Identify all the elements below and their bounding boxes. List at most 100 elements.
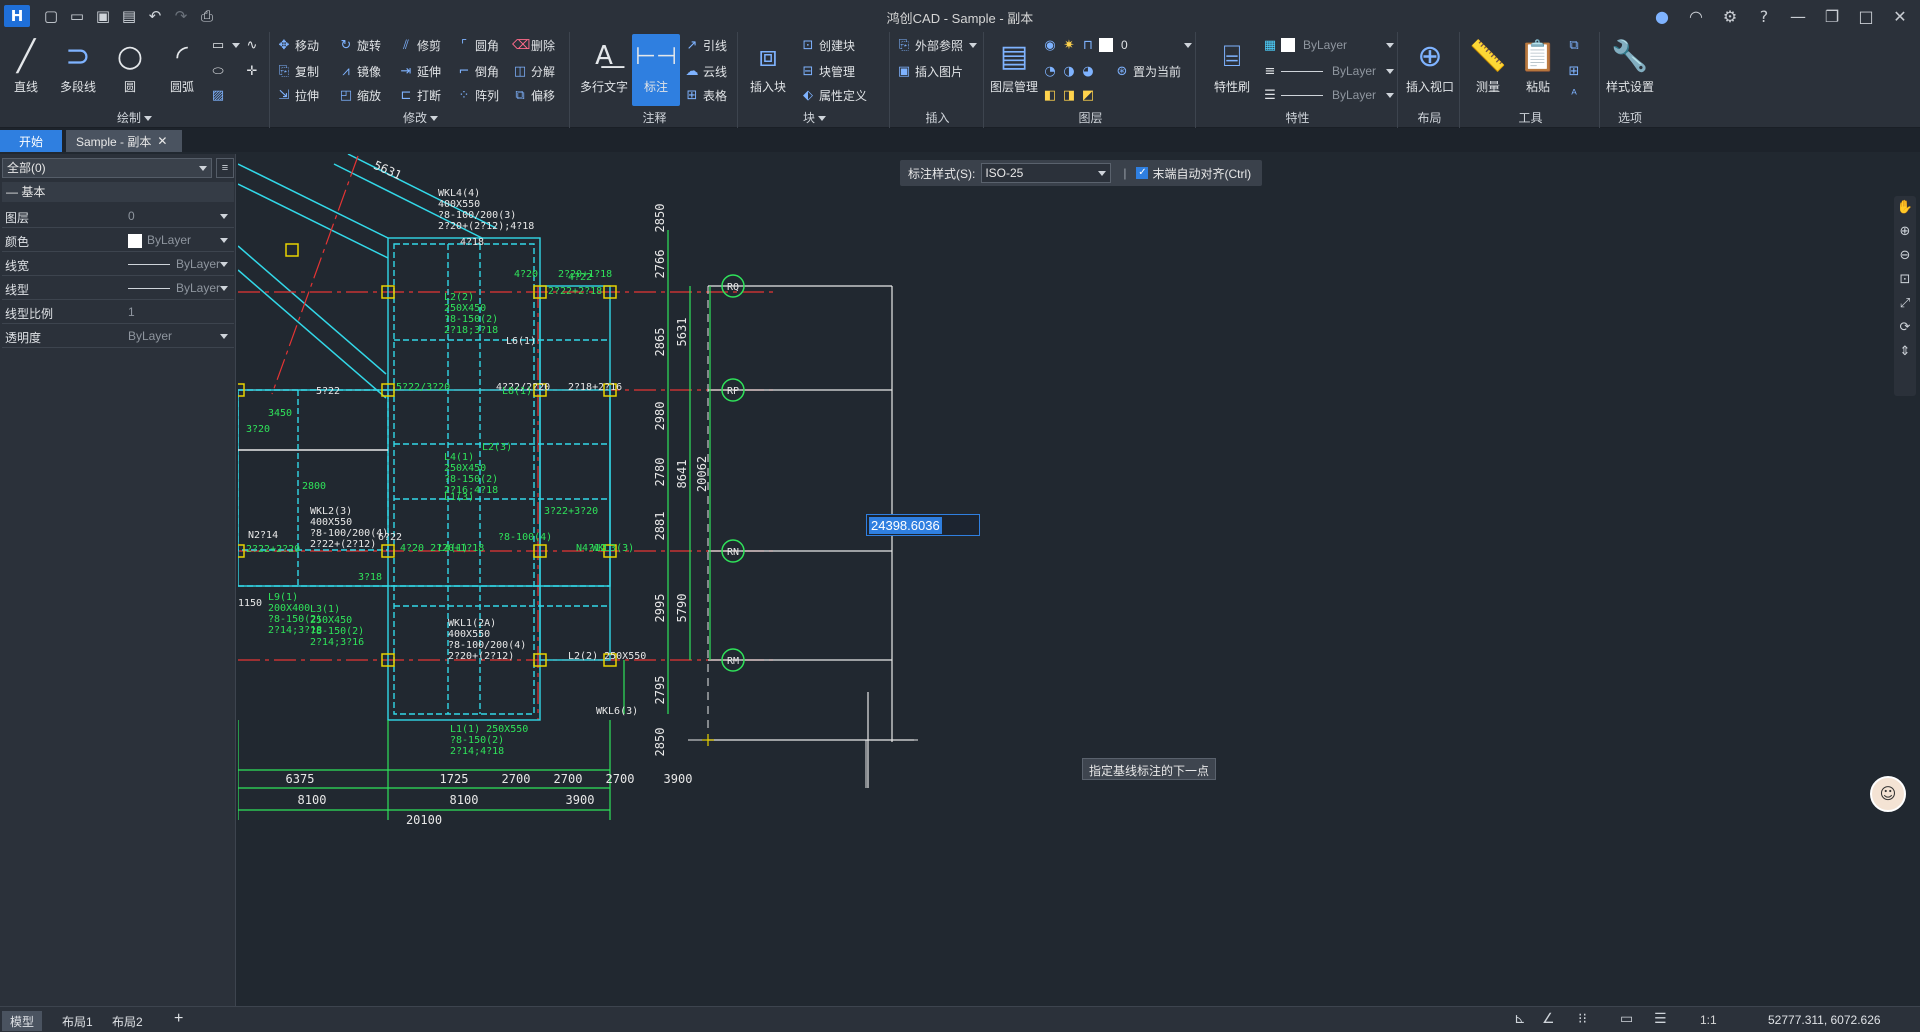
fillet-button[interactable]: ⌜ 圆角 bbox=[456, 34, 499, 56]
draw-group-label[interactable]: 绘制 bbox=[0, 109, 269, 126]
property-row-linetype[interactable]: 线型 ByLayer bbox=[2, 276, 234, 300]
property-row-transparency[interactable]: 透明度 ByLayer bbox=[2, 324, 234, 348]
offset-button[interactable]: ⧉ 偏移 bbox=[512, 84, 555, 106]
table-button[interactable]: ⊞ 表格 bbox=[684, 84, 727, 106]
point-button[interactable]: ✛ bbox=[244, 60, 260, 82]
zoom-window-icon[interactable]: ⊡ bbox=[1896, 272, 1914, 290]
insert-viewport-button[interactable]: ⊕ 插入视口 bbox=[1404, 34, 1456, 106]
print-icon[interactable]: ⎙ bbox=[196, 5, 218, 27]
scale-button[interactable]: ◰ 缩放 bbox=[338, 84, 381, 106]
tab-sample[interactable]: Sample - 副本 ✕ bbox=[66, 130, 182, 152]
circle-button[interactable]: ○ 圆 bbox=[106, 34, 154, 106]
stretch-button[interactable]: ⇲ 拉伸 bbox=[276, 84, 319, 106]
set-current-button[interactable]: ⊛ 置为当前 bbox=[1114, 60, 1181, 82]
osnap-icon[interactable]: ⁝⁝ bbox=[1578, 1011, 1587, 1027]
rectangle-button[interactable]: ▭ bbox=[210, 34, 240, 56]
spline-button[interactable]: ∿ bbox=[244, 34, 260, 56]
trim-button[interactable]: ⫽ 修剪 bbox=[398, 34, 441, 56]
tab-layout1[interactable]: 布局1 bbox=[54, 1011, 101, 1031]
pan-icon[interactable]: ✋ bbox=[1896, 200, 1914, 218]
section-basic-header[interactable]: — 基本 bbox=[2, 182, 234, 202]
structural-plan-drawing[interactable]: 2850 2766 2865 2980 2780 2881 2995 2795 2850 5631… bbox=[238, 154, 1920, 1006]
hatch-button[interactable]: ▨ bbox=[210, 84, 226, 106]
mtext-button[interactable]: A͟ 多行文字 bbox=[578, 34, 630, 106]
measure-button[interactable]: 📏 测量 bbox=[1464, 34, 1512, 106]
property-row-layer[interactable]: 图层 0 bbox=[2, 204, 234, 228]
tools-extra-3[interactable]: ᴬ bbox=[1566, 84, 1582, 106]
zoom-out-icon[interactable]: ⊖ bbox=[1896, 248, 1914, 266]
chamfer-button[interactable]: ⌐ 倒角 bbox=[456, 60, 499, 82]
tab-layout2[interactable]: 布局2 bbox=[104, 1011, 151, 1031]
polar-icon[interactable]: ∠ bbox=[1542, 1011, 1555, 1027]
selection-filter-dropdown[interactable]: 全部(0) bbox=[2, 158, 212, 178]
redo-icon[interactable]: ↷ bbox=[170, 5, 192, 27]
linetype-scale-value[interactable]: 1 bbox=[124, 302, 232, 322]
property-row-color[interactable]: 颜色 ByLayer bbox=[2, 228, 234, 252]
dim-style-select[interactable]: ISO-25 bbox=[981, 163, 1112, 183]
tab-model[interactable]: 模型 bbox=[2, 1011, 43, 1031]
attdef-button[interactable]: ⬖ 属性定义 bbox=[800, 84, 867, 106]
tab-start[interactable]: 开始 bbox=[0, 130, 62, 152]
layer-dropdown[interactable]: ◉ ✷ ⊓ 0 bbox=[1042, 34, 1192, 56]
insert-image-button[interactable]: ▣ 插入图片 bbox=[896, 60, 963, 82]
close-tab-icon[interactable]: ✕ bbox=[157, 134, 167, 148]
copy-button[interactable]: ⎘ 复制 bbox=[276, 60, 319, 82]
transparency-value[interactable]: ByLayer bbox=[124, 326, 232, 346]
extend-button[interactable]: ⇥ 延伸 bbox=[398, 60, 441, 82]
layer-tools-row2[interactable]: ◔ ◑ ◕ bbox=[1042, 60, 1096, 82]
block-manager-button[interactable]: ⊟ 块管理 bbox=[800, 60, 855, 82]
save-icon[interactable]: ▣ bbox=[92, 5, 114, 27]
break-button[interactable]: ⊏ 打断 bbox=[398, 84, 441, 106]
drawing-canvas[interactable]: 2850 2766 2865 2980 2780 2881 2995 2795 2850 5631… bbox=[238, 154, 1920, 1006]
headset-icon[interactable]: ◠ bbox=[1682, 4, 1710, 28]
ortho-icon[interactable]: ⊾ bbox=[1514, 1011, 1526, 1027]
tools-extra-1[interactable]: ⧉ bbox=[1566, 34, 1582, 56]
quick-select-icon[interactable]: ≡ bbox=[216, 158, 234, 178]
zoom-in-icon[interactable]: ⊕ bbox=[1896, 224, 1914, 242]
linetype-dropdown[interactable]: ≡ ByLayer bbox=[1262, 60, 1394, 82]
close-icon[interactable]: ✕ bbox=[1886, 4, 1914, 28]
more-nav-icon[interactable]: ⇕ bbox=[1896, 344, 1914, 362]
auto-align-checkbox[interactable]: ✓ bbox=[1136, 167, 1149, 179]
settings-icon[interactable]: ⚙ bbox=[1716, 4, 1744, 28]
color-dropdown[interactable]: ▦ ByLayer bbox=[1262, 34, 1394, 56]
arc-button[interactable]: ◜ 圆弧 bbox=[158, 34, 206, 106]
add-layout-button[interactable]: + bbox=[166, 1008, 191, 1028]
insert-block-button[interactable]: ⧈ 插入块 bbox=[744, 34, 792, 106]
maximize-icon[interactable]: □ bbox=[1852, 4, 1880, 28]
rotate-button[interactable]: ↻ 旋转 bbox=[338, 34, 381, 56]
ellipse-button[interactable]: ⬭ bbox=[210, 60, 226, 82]
restore-icon[interactable]: ❐ bbox=[1818, 4, 1846, 28]
property-row-linetype-scale[interactable]: 线型比例 1 bbox=[2, 300, 234, 324]
undo-icon[interactable]: ↶ bbox=[144, 5, 166, 27]
array-button[interactable]: ⁘ 阵列 bbox=[456, 84, 499, 106]
property-row-lineweight[interactable]: 线宽 ByLayer bbox=[2, 252, 234, 276]
revcloud-button[interactable]: ☁ 云线 bbox=[684, 60, 728, 82]
open-file-icon[interactable]: ▭ bbox=[66, 5, 88, 27]
lineweight-value[interactable]: ByLayer bbox=[124, 254, 232, 274]
help-icon[interactable]: ? bbox=[1750, 4, 1778, 28]
move-button[interactable]: ✥ 移动 bbox=[276, 34, 319, 56]
user-icon[interactable]: ● bbox=[1648, 4, 1676, 28]
selection-cycle-icon[interactable]: ▭ bbox=[1620, 1011, 1633, 1027]
tools-extra-2[interactable]: ⊞ bbox=[1566, 60, 1582, 82]
assistant-avatar[interactable]: ☺ bbox=[1870, 776, 1906, 812]
leader-button[interactable]: ↗ 引线 bbox=[684, 34, 727, 56]
dynamic-input-field[interactable]: 24398.6036 bbox=[866, 514, 980, 536]
xref-button[interactable]: ⎘ 外部参照 bbox=[896, 34, 978, 56]
block-group-label[interactable]: 块 bbox=[740, 109, 889, 126]
zoom-extents-icon[interactable]: ⤢ bbox=[1896, 296, 1914, 314]
save-as-icon[interactable]: ▤ bbox=[118, 5, 140, 27]
minimize-icon[interactable]: — bbox=[1784, 4, 1812, 28]
modify-group-label[interactable]: 修改 bbox=[272, 109, 569, 126]
polyline-button[interactable]: ⊃ 多段线 bbox=[54, 34, 102, 106]
customize-icon[interactable]: ☰ bbox=[1654, 1011, 1667, 1027]
erase-button[interactable]: ⌫ 删除 bbox=[512, 34, 555, 56]
layer-manager-button[interactable]: ▤ 图层管理 bbox=[988, 34, 1040, 106]
line-button[interactable]: ╱ 直线 bbox=[2, 34, 50, 106]
mirror-button[interactable]: ⩘ 镜像 bbox=[338, 60, 381, 82]
create-block-button[interactable]: ⊡ 创建块 bbox=[800, 34, 855, 56]
color-value[interactable]: ByLayer bbox=[124, 230, 232, 250]
orbit-icon[interactable]: ⟳ bbox=[1896, 320, 1914, 338]
layer-value[interactable]: 0 bbox=[124, 206, 232, 226]
